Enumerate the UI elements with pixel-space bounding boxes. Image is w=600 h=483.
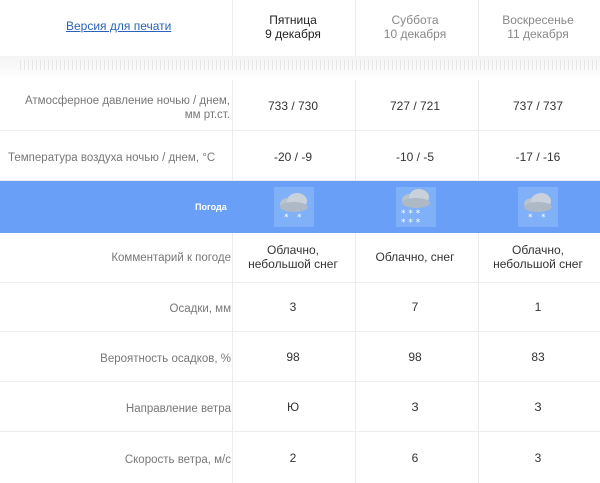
temperature-value: -10 / -5 (395, 150, 434, 164)
comment-line: небольшой снег (248, 257, 338, 271)
temperature-value: -20 / -9 (273, 150, 312, 164)
temperature-row: Температура воздуха ночью / днем, °C -20… (0, 131, 600, 181)
precipitation-value: 1 (534, 300, 542, 314)
pressure-value: 727 / 721 (389, 99, 441, 113)
wind-speed-value: 2 (289, 451, 297, 465)
pressure-value: 737 / 737 (512, 99, 564, 113)
precipitation-value: 7 (411, 300, 419, 314)
svg-text:*: * (541, 213, 546, 223)
precip-probability-row: Вероятность осадков, % 98 98 83 (0, 332, 600, 382)
pressure-label-line2: мм рт.ст. (184, 109, 230, 121)
precipitation-value: 3 (289, 300, 297, 314)
precip-probability-value: 98 (286, 350, 300, 364)
comment-line: Облачно, (512, 243, 564, 257)
wind-speed-value: 6 (411, 451, 419, 465)
day-name: Суббота (391, 13, 439, 27)
day-date: 9 декабря (265, 27, 321, 41)
cloud-light-snow-icon: * * (518, 187, 558, 227)
pressure-row: Атмосферное давление ночью / днем, мм рт… (0, 82, 600, 131)
print-version-link[interactable]: Версия для печати (66, 19, 171, 33)
day-date: 10 декабря (383, 27, 447, 41)
forecast-page: Версия для печати Пятница 9 декабря Субб… (0, 0, 600, 483)
comment-line: Облачно, (267, 243, 319, 257)
precip-probability-value: 98 (408, 350, 422, 364)
svg-text:*: * (528, 213, 533, 223)
day-name: Воскресенье (502, 13, 574, 27)
header-shadow-texture (20, 60, 600, 70)
wind-direction-value: Ю (286, 400, 300, 414)
comment-label: Комментарий к погоде (111, 252, 231, 264)
svg-text:*: * (297, 213, 302, 223)
svg-text:*: * (284, 213, 289, 223)
day-header-friday: Пятница 9 декабря (233, 13, 353, 41)
wind-speed-label: Скорость ветра, м/с (124, 454, 231, 466)
precip-probability-label: Вероятность осадков, % (100, 353, 231, 365)
wind-direction-value: З (534, 400, 542, 414)
forecast-header: Версия для печати Пятница 9 декабря Субб… (0, 0, 600, 60)
comment-value: Облачно, снег (355, 250, 475, 264)
precip-probability-value: 83 (531, 350, 545, 364)
comment-value: Облачно, небольшой снег (233, 243, 353, 271)
comment-line: Облачно, снег (375, 250, 455, 264)
comment-line: небольшой снег (493, 257, 583, 271)
cloud-snow-icon: * * * * * * (396, 187, 436, 227)
pressure-label-line1: Атмосферное давление ночью / днем, (25, 95, 230, 107)
precipitation-row: Осадки, мм 3 7 1 (0, 283, 600, 332)
cloud-light-snow-icon: * * (274, 187, 314, 227)
wind-direction-label: Направление ветра (125, 403, 231, 415)
pressure-value: 733 / 730 (267, 99, 319, 113)
pressure-label: Атмосферное давление ночью / днем, мм рт… (0, 94, 230, 122)
temperature-label: Температура воздуха ночью / днем, °C (8, 152, 216, 164)
wind-direction-value: З (411, 400, 419, 414)
svg-text:* * *: * * * (401, 218, 421, 227)
comment-row: Комментарий к погоде Облачно, небольшой … (0, 233, 600, 283)
day-header-sunday: Воскресенье 11 декабря (478, 13, 598, 41)
wind-direction-row: Направление ветра Ю З З (0, 382, 600, 432)
temperature-value: -17 / -16 (515, 150, 561, 164)
day-header-saturday: Суббота 10 декабря (355, 13, 475, 41)
day-name: Пятница (269, 13, 317, 27)
wind-speed-value: 3 (534, 451, 542, 465)
comment-value: Облачно, небольшой снег (478, 243, 598, 271)
wind-speed-row: Скорость ветра, м/с 2 6 3 (0, 432, 600, 482)
weather-label: Погода (195, 202, 227, 212)
day-date: 11 декабря (507, 27, 569, 41)
precipitation-label: Осадки, мм (169, 303, 231, 315)
